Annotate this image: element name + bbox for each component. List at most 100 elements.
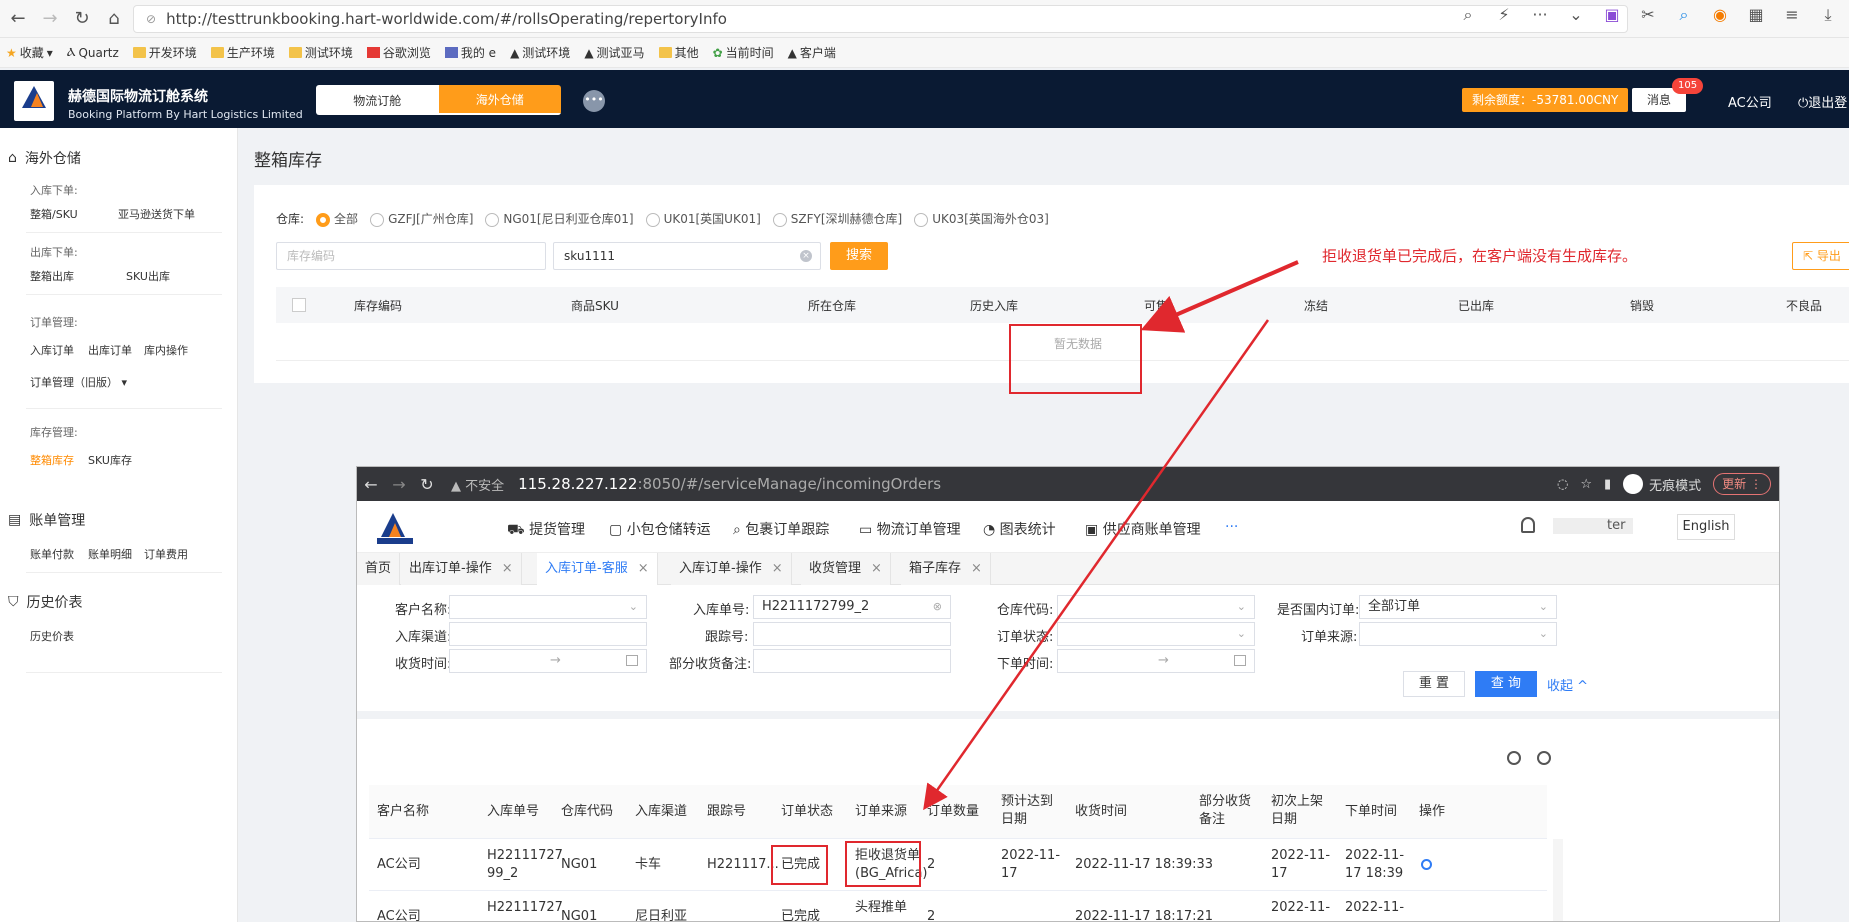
tab-overseas-warehouse[interactable]: 海外仓储 <box>438 85 561 115</box>
bell-icon[interactable] <box>1521 517 1535 533</box>
inventory-code-input[interactable]: 库存编码 <box>276 242 546 270</box>
table-row[interactable]: AC公司 H22111727 99_2 NG01 卡车 H221117... 已… <box>369 839 1547 891</box>
menu-icon[interactable]: ≡ <box>1781 5 1803 25</box>
sidebar-item-sku-outbound[interactable]: SKU出库 <box>126 268 170 284</box>
export-button[interactable]: ⇱ 导出 <box>1792 242 1849 270</box>
sidebar-item-bill-payment[interactable]: 账单付款 <box>30 546 74 562</box>
reset-button[interactable]: 重 置 <box>1403 671 1465 697</box>
bookmark-item[interactable]: 谷歌浏览 <box>366 44 431 61</box>
back-icon[interactable]: ← <box>4 5 32 33</box>
sidebar-section-history[interactable]: ⛉ 历史价表 <box>8 592 83 612</box>
download-icon[interactable]: ⤓ <box>1817 5 1839 25</box>
sidebar-item-box-sku[interactable]: 整箱/SKU <box>30 206 78 222</box>
warehouse-radio-gzfj[interactable]: GZFJ[广州仓库] <box>370 210 473 227</box>
language-button[interactable]: English <box>1677 514 1735 540</box>
sidebar-item-order-fees[interactable]: 订单费用 <box>144 546 188 562</box>
bookmark-item[interactable]: ★ 收藏 ▾ <box>6 44 53 61</box>
bookmark-item[interactable]: ▲ 测试亚马 <box>584 44 644 61</box>
extension-icon[interactable]: ▣ <box>1601 5 1623 25</box>
search-button[interactable]: 搜索 <box>830 242 888 270</box>
sidebar-item-box-outbound[interactable]: 整箱出库 <box>30 268 74 284</box>
nav-pickup[interactable]: ⛟ 提货管理 <box>507 519 585 540</box>
star-icon[interactable]: ☆ <box>1580 477 1592 492</box>
bolt-icon[interactable]: ⚡ <box>1493 5 1515 25</box>
receive-time-range[interactable]: → <box>449 649 647 673</box>
nav-parcel-storage[interactable]: ▢ 小包仓储转运 <box>609 519 711 539</box>
order-status-select[interactable]: ⌄ <box>1057 622 1255 646</box>
collapse-link[interactable]: 收起 ^ <box>1547 675 1588 694</box>
sidebar-item-amazon-order[interactable]: 亚马逊送货下单 <box>118 206 195 222</box>
nav-more[interactable]: ··· <box>1225 519 1238 535</box>
tab-logistics-booking[interactable]: 物流订舱 <box>316 85 439 115</box>
sidebar-item-order-legacy[interactable]: 订单管理（旧版） ▾ <box>30 374 127 390</box>
tracking-input[interactable] <box>753 622 951 646</box>
bookmark-folder[interactable]: 测试环境 <box>288 44 353 61</box>
bookmark-item[interactable]: Ⲁ Quartz <box>67 45 119 60</box>
chevron-down-icon[interactable]: ⌄ <box>1565 5 1587 25</box>
sku-input[interactable]: sku1111 <box>553 242 821 270</box>
eye-off-icon[interactable]: ◌ <box>1557 477 1568 492</box>
customer-select[interactable]: ⌄ <box>449 595 647 619</box>
zoom-icon[interactable]: ⌕ <box>1457 5 1479 25</box>
more-icon[interactable]: ··· <box>1529 5 1551 25</box>
home-icon[interactable]: ⌂ <box>100 5 128 33</box>
embedded-address[interactable]: 115.28.227.122:8050/#/serviceManage/inco… <box>518 475 941 493</box>
warehouse-code-select[interactable]: ⌄ <box>1057 595 1255 619</box>
warehouse-radio-szfy[interactable]: SZFY[深圳赫德仓库] <box>772 210 902 227</box>
nav-charts[interactable]: ◔ 图表统计 <box>983 519 1056 539</box>
tab-home[interactable]: 首页 <box>357 553 401 585</box>
bookmark-folder[interactable]: 生产环境 <box>210 44 275 61</box>
address-bar[interactable]: ⊘ http://testtrunkbooking.hart-worldwide… <box>133 5 1628 33</box>
clear-icon[interactable]: × <box>800 250 812 262</box>
user-name[interactable]: ter <box>1607 518 1625 533</box>
tab-box-inventory[interactable]: 箱子库存 × <box>901 553 991 585</box>
scissors-icon[interactable]: ✂ <box>1637 5 1659 25</box>
warehouse-radio-uk03[interactable]: UK03[英国海外仓03] <box>914 210 1049 227</box>
bookmark-item[interactable]: ▲ 客户端 <box>788 44 836 61</box>
nav-parcel-tracking[interactable]: ⌕ 包裹订单跟踪 <box>733 519 829 539</box>
incognito-indicator[interactable]: 无痕模式 <box>1623 474 1701 494</box>
company-name[interactable]: AC公司 <box>1728 92 1772 111</box>
domestic-select[interactable]: 全部订单 ⌄ <box>1359 595 1557 619</box>
tab-inbound-ops[interactable]: 入库订单-操作 × <box>671 553 792 585</box>
update-button[interactable]: 更新 ⋮ <box>1713 473 1771 495</box>
sidebar-item-box-inventory[interactable]: 整箱库存 <box>30 452 74 468</box>
tab-receiving[interactable]: 收货管理 × <box>801 553 891 585</box>
game-icon[interactable]: ◉ <box>1709 5 1731 25</box>
nav-supplier-bills[interactable]: ▣ 供应商账单管理 <box>1085 519 1201 539</box>
reload-icon[interactable]: ↻ <box>413 475 441 494</box>
clear-icon[interactable]: ⊗ <box>933 596 942 618</box>
close-icon[interactable]: × <box>971 561 982 576</box>
warehouse-radio-uk01[interactable]: UK01[英国UK01] <box>645 210 761 227</box>
tab-outbound-ops[interactable]: 出库订单-操作 × <box>401 553 522 585</box>
sidebar-item-sku-inventory[interactable]: SKU库存 <box>88 452 132 468</box>
bookmark-folder[interactable]: 其他 <box>658 44 699 61</box>
warehouse-radio-all[interactable]: 全部 <box>316 210 358 227</box>
sidepanel-icon[interactable]: ▮ <box>1604 477 1611 492</box>
close-icon[interactable]: × <box>502 561 513 576</box>
sidebar-item-warehouse-ops[interactable]: 库内操作 <box>144 342 188 358</box>
query-button[interactable]: 查 询 <box>1475 671 1537 697</box>
channel-input[interactable] <box>449 622 647 646</box>
back-icon[interactable]: ← <box>357 475 385 494</box>
bookmark-item[interactable]: ▲ 测试环境 <box>510 44 570 61</box>
search-ext-icon[interactable]: ⌕ <box>1673 5 1695 25</box>
close-icon[interactable]: × <box>871 561 882 576</box>
gear-icon[interactable] <box>1507 751 1521 765</box>
close-icon[interactable]: × <box>638 561 649 576</box>
bookmark-item[interactable]: ✿ 当前时间 <box>713 44 774 61</box>
logout-button[interactable]: ⏻退出登 <box>1798 92 1847 111</box>
close-icon[interactable]: × <box>772 561 783 576</box>
inbound-no-input[interactable]: H2211172799_2 ⊗ <box>753 595 951 619</box>
bookmark-item[interactable]: 我的 e <box>444 44 496 61</box>
partial-note-input[interactable] <box>753 649 951 673</box>
tab-inbound-service[interactable]: 入库订单-客服 × <box>537 553 658 585</box>
more-icon[interactable]: ••• <box>583 90 605 112</box>
sidebar-section-warehouse[interactable]: ⌂ 海外仓储 <box>8 148 81 168</box>
refresh-icon[interactable] <box>1537 751 1551 765</box>
warehouse-radio-ng01[interactable]: NG01[尼日利亚仓库01] <box>485 210 634 227</box>
sidebar-item-bill-details[interactable]: 账单明细 <box>88 546 132 562</box>
bookmark-folder[interactable]: 开发环境 <box>132 44 197 61</box>
table-row[interactable]: AC公司 H22111727 NG01 尼日利亚 已完成 头程推单 2 2022… <box>369 891 1547 921</box>
forward-icon[interactable]: → <box>36 5 64 33</box>
